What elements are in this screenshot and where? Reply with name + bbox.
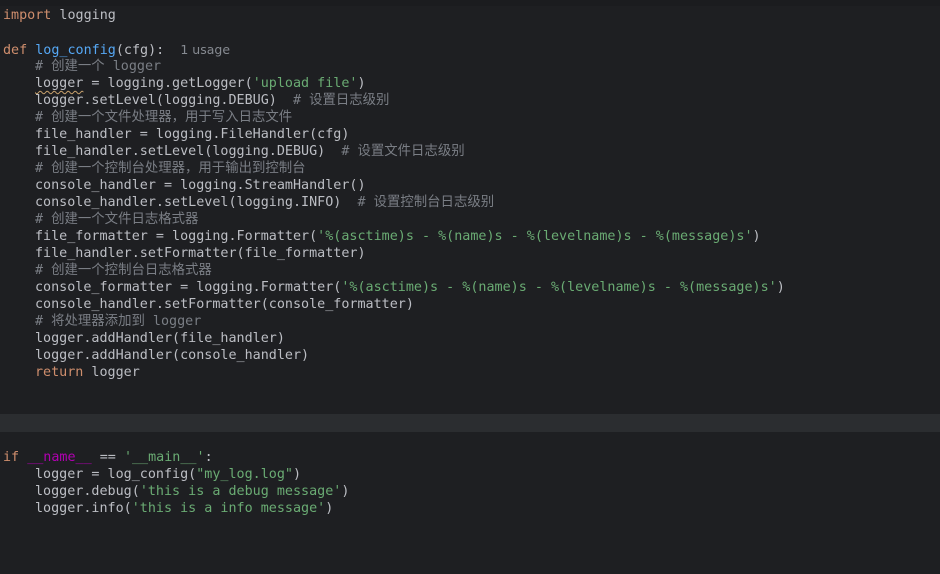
code-line[interactable]: logger = log_config("my_log.log") [35,466,301,483]
code-text: ) [752,229,761,244]
comment: # 创建一个控制台日志格式器 [35,263,212,278]
comment: # 创建一个 logger [35,59,162,74]
comment: # 创建一个文件日志格式器 [35,212,199,227]
code-line[interactable]: file_handler.setFormatter(file_formatter… [35,245,366,262]
code-editor[interactable]: import logging def log_config(cfg): 1 us… [0,0,940,574]
string-literal: '%(asctime)s - %(name)s - %(levelname)s … [341,280,777,295]
comment: # 创建一个文件处理器，用于写入日志文件 [35,110,293,125]
string-literal: 'upload file' [252,76,358,91]
code-text: ) [325,501,334,516]
code-text: file_formatter = logging.Formatter( [35,229,318,244]
code-text: (cfg): [115,43,165,58]
code-line[interactable]: console_handler = logging.StreamHandler(… [35,177,366,194]
code-text: logger.addHandler(file_handler) [35,331,285,346]
code-text: = logging.getLogger( [83,76,253,91]
comment-line[interactable]: # 创建一个 logger [35,58,161,75]
code-text: file_handler.setFormatter(file_formatter… [35,246,366,261]
code-text: file_handler.setLevel(logging.DEBUG) [35,144,326,159]
code-text: console_formatter = logging.Formatter( [35,280,342,295]
code-text: : [204,450,213,465]
code-line[interactable]: logger.addHandler(console_handler) [35,347,309,364]
dunder-name: __name__ [27,450,92,465]
code-text: ) [293,467,302,482]
comment: # 设置文件日志级别 [341,144,465,159]
keyword: import [3,8,52,23]
code-text: logger = log_config( [35,467,197,482]
comment: # 创建一个控制台处理器，用于输出到控制台 [35,161,306,176]
code-line[interactable]: console_formatter = logging.Formatter('%… [35,279,785,296]
code-text: console_handler = logging.StreamHandler(… [35,178,366,193]
code-text: logger.setLevel(logging.DEBUG) [35,93,277,108]
code-text: logger.info( [35,501,132,516]
comment: # 设置日志级别 [292,93,390,108]
comment-line[interactable]: # 创建一个控制台处理器，用于输出到控制台 [35,160,306,177]
string-literal: "my_log.log" [196,467,293,482]
code-line[interactable]: file_handler = logging.FileHandler(cfg) [35,126,349,143]
comment-line[interactable]: # 将处理器添加到 logger [35,313,201,330]
code-text: logger.debug( [35,484,140,499]
string-literal: 'this is a info message' [131,501,326,516]
code-line-main-guard[interactable]: if __name__ == '__main__': [3,449,213,466]
usage-hint[interactable]: 1 usage [180,42,230,57]
code-text: == [91,450,124,465]
string-literal: '%(asctime)s - %(name)s - %(levelname)s … [317,229,753,244]
code-line-def[interactable]: def log_config(cfg): 1 usage [3,41,230,58]
keyword: if [3,450,20,465]
code-line[interactable]: file_formatter = logging.Formatter('%(as… [35,228,761,245]
string-literal: 'this is a debug message' [139,484,342,499]
logger-variable[interactable]: logger [35,76,83,91]
code-text: ) [776,280,785,295]
comment-line[interactable]: # 创建一个文件处理器，用于写入日志文件 [35,109,292,126]
comment: # 设置控制台日志级别 [357,195,495,210]
keyword: return [35,365,84,380]
code-text: logging [51,8,116,23]
code-line[interactable]: console_handler.setFormatter(console_for… [35,296,414,313]
code-text: file_handler = logging.FileHandler(cfg) [35,127,350,142]
comment-line[interactable]: # 创建一个控制台日志格式器 [35,262,212,279]
code-line[interactable]: logger.addHandler(file_handler) [35,330,285,347]
code-line[interactable]: logger.debug('this is a debug message') [35,483,349,500]
code-text: console_handler.setFormatter(console_for… [35,297,414,312]
function-name[interactable]: log_config [35,43,116,58]
comment-line[interactable]: # 创建一个文件日志格式器 [35,211,198,228]
code-line[interactable]: logger = logging.getLogger('upload file'… [35,75,366,92]
code-text: logger [83,365,140,380]
string-literal: '__main__' [123,450,205,465]
comment: # 将处理器添加到 logger [35,314,202,329]
cell-separator [0,414,940,432]
editor-top-strip [0,0,940,6]
code-line[interactable]: console_handler.setLevel(logging.INFO) #… [35,194,494,211]
code-line[interactable]: logger.setLevel(logging.DEBUG) # 设置日志级别 [35,92,389,109]
keyword: def [3,43,28,58]
code-text: logger.addHandler(console_handler) [35,348,310,363]
code-line[interactable]: return logger [35,364,140,381]
code-line[interactable]: file_handler.setLevel(logging.DEBUG) # 设… [35,143,465,160]
code-text: ) [341,484,350,499]
code-text: ) [357,76,366,91]
code-text: console_handler.setLevel(logging.INFO) [35,195,342,210]
code-line[interactable]: logger.info('this is a info message') [35,500,333,517]
code-line-1[interactable]: import logging [3,7,116,24]
